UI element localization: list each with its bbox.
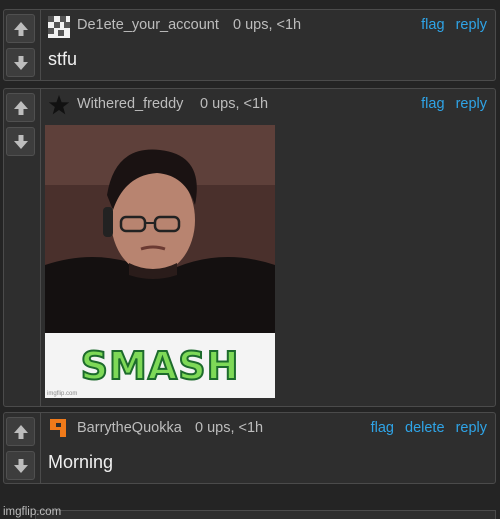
- comment-actions: flag delete reply: [364, 420, 487, 436]
- username-link[interactable]: De1ete_your_account: [77, 17, 219, 33]
- upvote-button[interactable]: [6, 14, 35, 43]
- flag-link[interactable]: flag: [421, 96, 444, 112]
- comment-text: stfu: [48, 49, 78, 69]
- meme-caption: SMASH: [80, 343, 240, 389]
- comment-actions: flag reply: [414, 96, 487, 112]
- reply-link[interactable]: reply: [456, 420, 487, 436]
- arrow-down-icon: [13, 458, 28, 473]
- star-avatar-icon[interactable]: [48, 94, 70, 116]
- downvote-button[interactable]: [6, 451, 35, 480]
- username-link[interactable]: BarrytheQuokka: [77, 420, 182, 436]
- orange-avatar-icon[interactable]: [48, 418, 70, 440]
- comment-meta: 0 ups, <1h: [195, 420, 264, 436]
- arrow-down-icon: [13, 134, 28, 149]
- meme-watermark: imgflip.com: [47, 391, 78, 397]
- next-comment-edge: [35, 510, 496, 519]
- comment: BarrytheQuokka 0 ups, <1h flag delete re…: [3, 412, 496, 484]
- vote-column: [4, 413, 41, 483]
- person-photo: [45, 125, 275, 333]
- flag-link[interactable]: flag: [421, 17, 444, 33]
- comment: De1ete_your_account 0 ups, <1h flag repl…: [3, 9, 496, 81]
- comment-actions: flag reply: [414, 17, 487, 33]
- downvote-button[interactable]: [6, 127, 35, 156]
- meme-caption-panel: SMASH: [45, 333, 275, 398]
- comment-meta: 0 ups, <1h: [200, 96, 269, 112]
- delete-link[interactable]: delete: [405, 420, 445, 436]
- downvote-button[interactable]: [6, 48, 35, 77]
- username-link[interactable]: Withered_freddy: [77, 96, 183, 112]
- reply-link[interactable]: reply: [456, 96, 487, 112]
- upvote-button[interactable]: [6, 93, 35, 122]
- arrow-up-icon: [13, 424, 28, 439]
- checker-avatar-icon[interactable]: [48, 16, 70, 38]
- comment-text: Morning: [48, 452, 114, 472]
- vote-column: [4, 89, 41, 406]
- vote-column: [4, 10, 41, 80]
- imgflip-watermark: imgflip.com: [3, 506, 62, 518]
- arrow-up-icon: [13, 21, 28, 36]
- reply-link[interactable]: reply: [456, 17, 487, 33]
- flag-link[interactable]: flag: [371, 420, 394, 436]
- comment-meta: 0 ups, <1h: [233, 17, 302, 33]
- meme-image[interactable]: SMASH imgflip.com: [45, 125, 275, 398]
- arrow-up-icon: [13, 100, 28, 115]
- arrow-down-icon: [13, 55, 28, 70]
- upvote-button[interactable]: [6, 417, 35, 446]
- meme-photo: [45, 125, 275, 333]
